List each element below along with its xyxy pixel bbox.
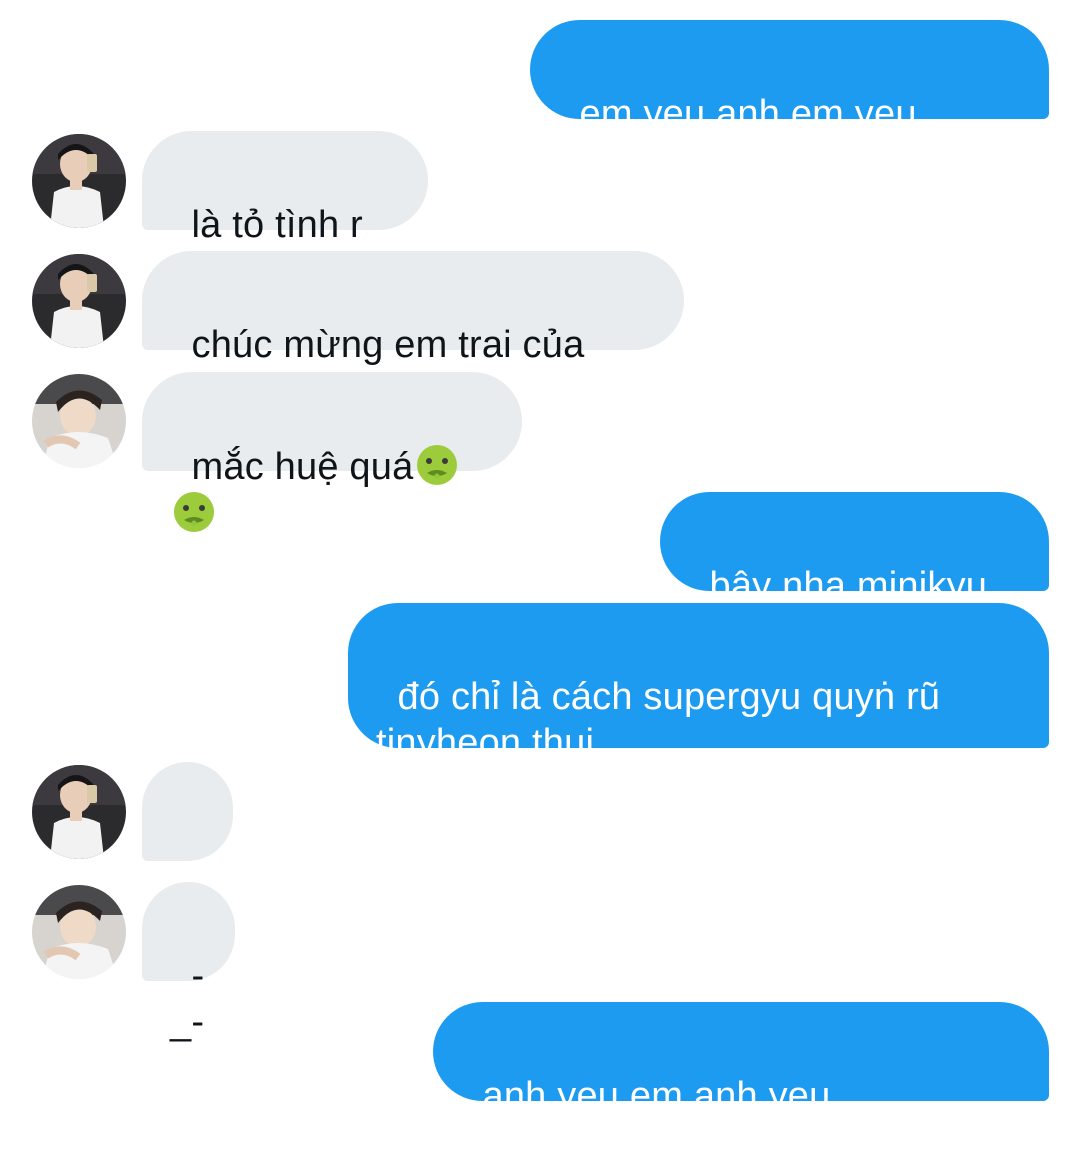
nauseated-face-emoji-icon	[415, 443, 459, 487]
message-text: -_-	[170, 955, 205, 1043]
message-bubble-outgoing[interactable]: anh yeu em anh yeu emmmmm	[433, 1002, 1049, 1163]
message-bubble-outgoing[interactable]: bậy nha minikyu	[660, 492, 1049, 651]
nauseated-face-emoji-icon	[172, 490, 216, 534]
message-text: em yeu anh em yeu anhhh	[558, 93, 928, 181]
message-text: bậy nha minikyu	[709, 565, 988, 607]
avatar[interactable]	[32, 374, 126, 468]
avatar[interactable]	[32, 885, 126, 979]
message-bubble-incoming[interactable]: chúc mừng em trai của anh	[142, 251, 684, 412]
message-text: mắc huệ quá	[191, 446, 414, 488]
message-bubble-outgoing[interactable]: em yeu anh em yeu anhhh	[530, 20, 1049, 181]
avatar-b-image	[32, 374, 126, 468]
avatar[interactable]	[32, 134, 126, 228]
message-bubble-incoming[interactable]: là tỏ tình r hả	[142, 131, 428, 292]
message-bubble-outgoing[interactable]: đó chỉ là cách supergyu quyṅ rũ tinyheon…	[348, 603, 1049, 764]
avatar[interactable]	[32, 765, 126, 859]
message-bubble-incoming[interactable]: -_-	[142, 882, 235, 1043]
avatar-a-image	[32, 134, 126, 228]
message-text: đó chỉ là cách supergyu quyṅ rũ tinyheon…	[376, 676, 941, 764]
message-bubble-incoming[interactable]: mắc huệ quá	[142, 372, 522, 532]
avatar-a-image	[32, 254, 126, 348]
avatar-a-image	[32, 765, 126, 859]
avatar-b-image	[32, 885, 126, 979]
message-bubble-incoming[interactable]: ??	[142, 762, 233, 923]
avatar[interactable]	[32, 254, 126, 348]
message-text: anh yeu em anh yeu emmmmm	[461, 1075, 842, 1163]
